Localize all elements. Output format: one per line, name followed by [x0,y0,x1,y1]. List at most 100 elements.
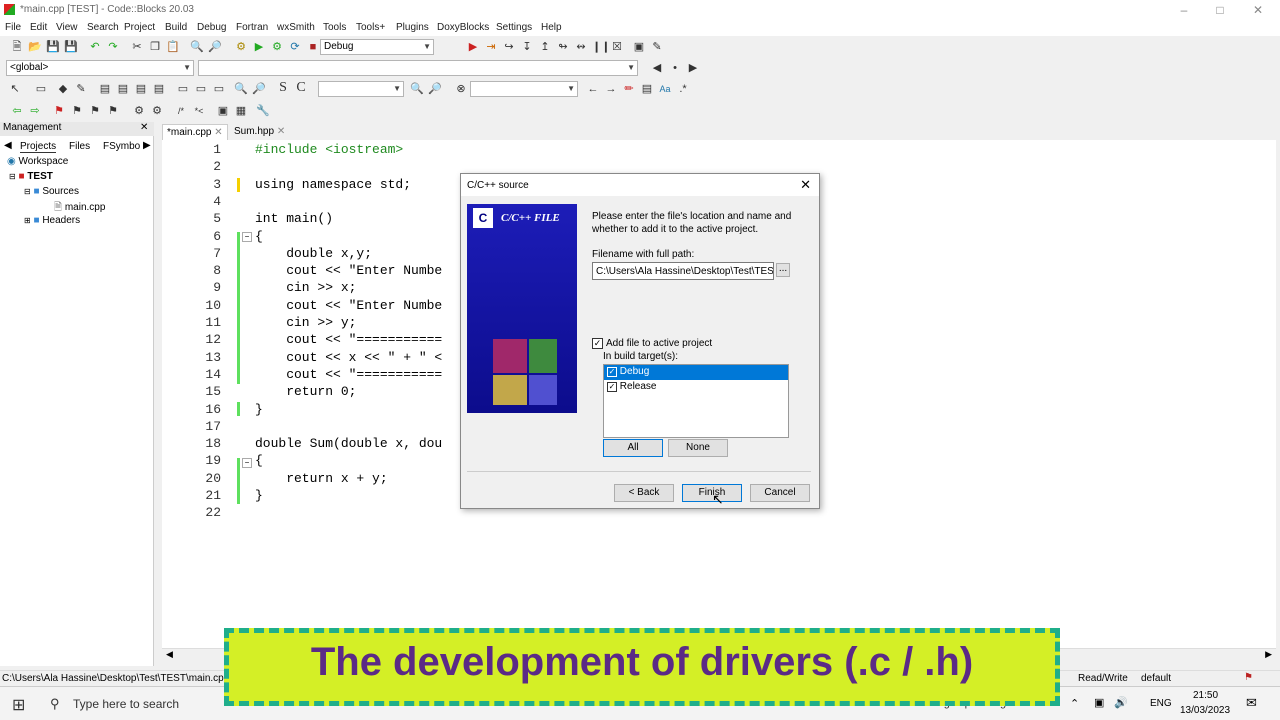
code-line[interactable]: } [255,488,263,503]
debug-info-icon[interactable]: ✎ [650,40,664,54]
tree-headers[interactable]: ⊞ ■ Headers [24,215,80,226]
find-icon[interactable]: 🔍 [190,40,204,54]
tree-sources[interactable]: ⊟ ■ Sources [24,186,79,197]
save-all-icon[interactable]: 💾 [64,40,78,54]
menu-build[interactable]: Build [165,22,187,33]
run-to-cursor-icon[interactable]: ⇥ [484,40,498,54]
extract-icon[interactable]: ▦ [234,104,248,118]
scope-select[interactable]: <global> ▼ [6,60,194,76]
checkbox-checked-icon[interactable]: ✓ [607,367,617,377]
tree-workspace[interactable]: ◉ Workspace [7,156,68,167]
scroll-left-icon[interactable]: ◀ [166,649,173,660]
block-icon[interactable]: ▤ [98,82,112,96]
close-panel-icon[interactable]: ✕ [140,122,148,133]
minimize-icon[interactable]: – [1176,2,1192,18]
new-file-icon[interactable]: 🗎 [10,40,24,54]
doxywizard-icon[interactable]: ▣ [216,104,230,118]
case-icon[interactable]: ▤ [152,82,166,96]
select-all-button[interactable]: All [603,439,663,457]
loop-icon[interactable]: ▤ [116,82,130,96]
menu-file[interactable]: File [5,22,21,33]
zoom-out-icon[interactable]: 🔎 [252,82,266,96]
code-line[interactable]: cin >> y; [255,315,356,330]
jump-forward-icon[interactable]: ▶ [686,61,700,75]
bookmark-dot-icon[interactable]: • [668,61,682,75]
decision-icon[interactable]: ◆ [56,82,70,96]
shape-a-icon[interactable]: ▭ [176,82,190,96]
copy-icon[interactable]: ❐ [148,40,162,54]
code-line[interactable]: cout << "Enter Numbe [255,263,442,278]
menu-tools-plus[interactable]: Tools+ [356,22,385,33]
code-line[interactable]: { [255,453,263,468]
selection-icon[interactable]: ▤ [640,82,654,96]
menu-plugins[interactable]: Plugins [396,22,429,33]
jump-back-icon[interactable]: ◀ [650,61,664,75]
close-icon[interactable]: ✕ [800,177,811,193]
language-indicator[interactable]: ENG [1150,698,1172,709]
menu-edit[interactable]: Edit [30,22,47,33]
rebuild-icon[interactable]: ⟳ [288,40,302,54]
menu-project[interactable]: Project [124,22,155,33]
scroll-right-icon[interactable]: ▶ [1265,649,1272,660]
network-icon[interactable]: ▣ [1094,696,1104,709]
next-match-icon[interactable]: → [604,82,618,96]
target-debug[interactable]: ✓ Debug [604,365,788,380]
block-comment-icon[interactable]: /* [174,104,188,118]
windows-start-icon[interactable]: ⊞ [12,695,25,715]
step-out-icon[interactable]: ↥ [538,40,552,54]
tab-scroll-left-icon[interactable]: ◀ [4,140,12,151]
debug-windows-icon[interactable]: ▣ [632,40,646,54]
target-release[interactable]: ✓ Release [604,380,788,395]
wrench-icon[interactable]: 🔧 [256,104,270,118]
back-icon[interactable]: ⇦ [10,104,24,118]
regex-icon[interactable]: .* [676,82,690,96]
code-line[interactable]: cin >> x; [255,280,356,295]
paste-icon[interactable]: 📋 [166,40,180,54]
clear-icon[interactable]: ⊗ [454,82,468,96]
function-select[interactable]: ▼ [198,60,638,76]
maximize-icon[interactable]: □ [1212,2,1228,18]
search-options-icon[interactable]: 🔎 [428,82,442,96]
tab-sum-hpp[interactable]: Sum.hpp ✕ [230,124,289,140]
build-run-icon[interactable]: ⚙ [270,40,284,54]
debug-icon[interactable]: ▶ [466,40,480,54]
menu-settings[interactable]: Settings [496,22,532,33]
shape-c-icon[interactable]: ▭ [212,82,226,96]
clock-time[interactable]: 21:50 [1193,690,1218,701]
filename-field[interactable]: C:\Users\Ala Hassine\Desktop\Test\TEST [592,262,774,280]
browse-button[interactable]: ... [776,263,790,277]
tab-main-cpp[interactable]: *main.cpp ✕ [162,124,228,140]
pointer-icon[interactable]: ↖ [8,82,22,96]
rectangle-icon[interactable]: ▭ [34,82,48,96]
menu-help[interactable]: Help [541,22,562,33]
line-comment-icon[interactable]: *< [192,104,206,118]
back-button[interactable]: < Back [614,484,674,502]
code-line[interactable]: cout << x << " + " < [255,350,442,365]
prev-match-icon[interactable]: ← [586,82,600,96]
clear-bookmarks-icon[interactable]: ⚑ [106,104,120,118]
menu-search[interactable]: Search [87,22,119,33]
menu-fortran[interactable]: Fortran [236,22,268,33]
stop-debugger-icon[interactable]: ☒ [610,40,624,54]
checkbox-checked-icon[interactable]: ✓ [607,382,617,392]
code-line[interactable]: cout << "=========== [255,332,442,347]
code-line[interactable]: #include <iostream> [255,142,403,157]
code-line[interactable]: return 0; [255,384,356,399]
code-line[interactable]: double Sum(double x, dou [255,436,442,451]
clock-date[interactable]: 13/03/2023 [1180,705,1230,716]
switch-icon[interactable]: ▤ [134,82,148,96]
chevron-up-icon[interactable]: ⌃ [1070,697,1079,710]
fold-icon[interactable]: − [242,458,252,468]
step-into-icon[interactable]: ↧ [520,40,534,54]
abort-icon[interactable]: ■ [306,40,320,54]
menu-wxsmith[interactable]: wxSmith [277,22,315,33]
redo-icon[interactable]: ↷ [106,40,120,54]
close-tab-icon[interactable]: ✕ [277,126,285,137]
code-completion-icon[interactable]: ⚙ [132,104,146,118]
comment-shape-icon[interactable]: ✎ [74,82,88,96]
tree-project[interactable]: ⊟ ■ TEST [9,171,53,182]
cancel-button[interactable]: Cancel [750,484,810,502]
build-target-select[interactable]: Debug ▼ [320,39,434,55]
taskbar-search[interactable]: Type here to search [73,697,179,711]
forward-icon[interactable]: ⇨ [28,104,42,118]
